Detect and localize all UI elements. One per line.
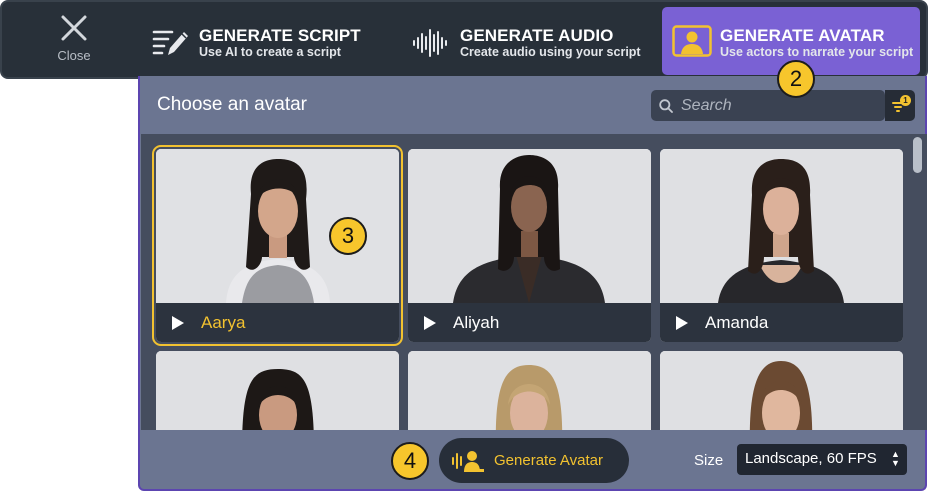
step-callout-2: 2	[777, 60, 815, 98]
scrollbar-thumb[interactable]	[913, 137, 922, 173]
avatar-card-amanda[interactable]: Amanda	[660, 149, 903, 342]
close-icon	[61, 15, 87, 41]
filter-button[interactable]: 1	[885, 90, 915, 121]
tab-generate-avatar-subtitle: Use actors to narrate your script	[720, 45, 914, 59]
size-select[interactable]: Landscape, 60 FPS ▲ ▼	[737, 444, 907, 475]
play-icon[interactable]	[424, 316, 436, 330]
tab-generate-audio-subtitle: Create audio using your script	[460, 45, 641, 59]
avatar-card[interactable]	[408, 351, 651, 430]
tab-generate-script-subtitle: Use AI to create a script	[199, 45, 341, 59]
script-pencil-icon	[152, 30, 188, 55]
avatar-photo	[156, 351, 399, 430]
generate-avatar-button[interactable]: Generate Avatar	[439, 438, 629, 483]
avatar-name-bar: Aliyah	[408, 303, 651, 342]
panel-title: Choose an avatar	[157, 94, 307, 115]
waveform-icon	[413, 29, 447, 57]
close-label: Close	[57, 48, 91, 63]
avatar-name: Aarya	[201, 313, 246, 332]
avatar-grid: Aarya Aliyah Amanda	[141, 134, 927, 430]
avatar-icon	[672, 25, 712, 57]
avatar-photo	[408, 351, 651, 430]
play-icon[interactable]	[172, 316, 184, 330]
tab-generate-audio[interactable]: GENERATE AUDIO Create audio using your s…	[410, 2, 660, 77]
search-icon	[659, 99, 673, 113]
avatar-photo	[660, 149, 903, 303]
avatar-photo	[660, 351, 903, 430]
tab-generate-avatar-title: GENERATE AVATAR	[720, 26, 885, 45]
generate-avatar-icon	[452, 451, 484, 472]
avatar-name: Amanda	[705, 313, 769, 332]
avatar-photo	[408, 149, 651, 303]
play-icon[interactable]	[676, 316, 688, 330]
search-box[interactable]	[651, 90, 885, 121]
select-arrows-icon: ▲ ▼	[891, 449, 900, 468]
generate-avatar-label: Generate Avatar	[494, 452, 603, 469]
filter-count-badge: 1	[900, 95, 911, 106]
size-label: Size	[694, 452, 724, 469]
avatar-panel: Choose an avatar 1 Aar	[138, 76, 927, 491]
search-input[interactable]	[681, 94, 876, 117]
scrollbar[interactable]	[913, 134, 925, 430]
avatar-card-aliyah[interactable]: Aliyah	[408, 149, 651, 342]
tab-generate-script[interactable]: GENERATE SCRIPT Use AI to create a scrip…	[152, 2, 392, 77]
step-callout-3: 3	[329, 217, 367, 255]
avatar-name: Aliyah	[453, 313, 500, 332]
tab-generate-audio-title: GENERATE AUDIO	[460, 26, 614, 45]
avatar-card[interactable]	[660, 351, 903, 430]
size-select-value: Landscape, 60 FPS	[745, 450, 877, 467]
avatar-name-bar: Aarya	[156, 303, 399, 342]
step-callout-4: 4	[391, 442, 429, 480]
tab-generate-script-title: GENERATE SCRIPT	[199, 26, 361, 45]
close-button[interactable]: Close	[42, 14, 106, 72]
avatar-name-bar: Amanda	[660, 303, 903, 342]
avatar-card[interactable]	[156, 351, 399, 430]
panel-footer: Generate Avatar Size Landscape, 60 FPS ▲…	[140, 430, 928, 491]
